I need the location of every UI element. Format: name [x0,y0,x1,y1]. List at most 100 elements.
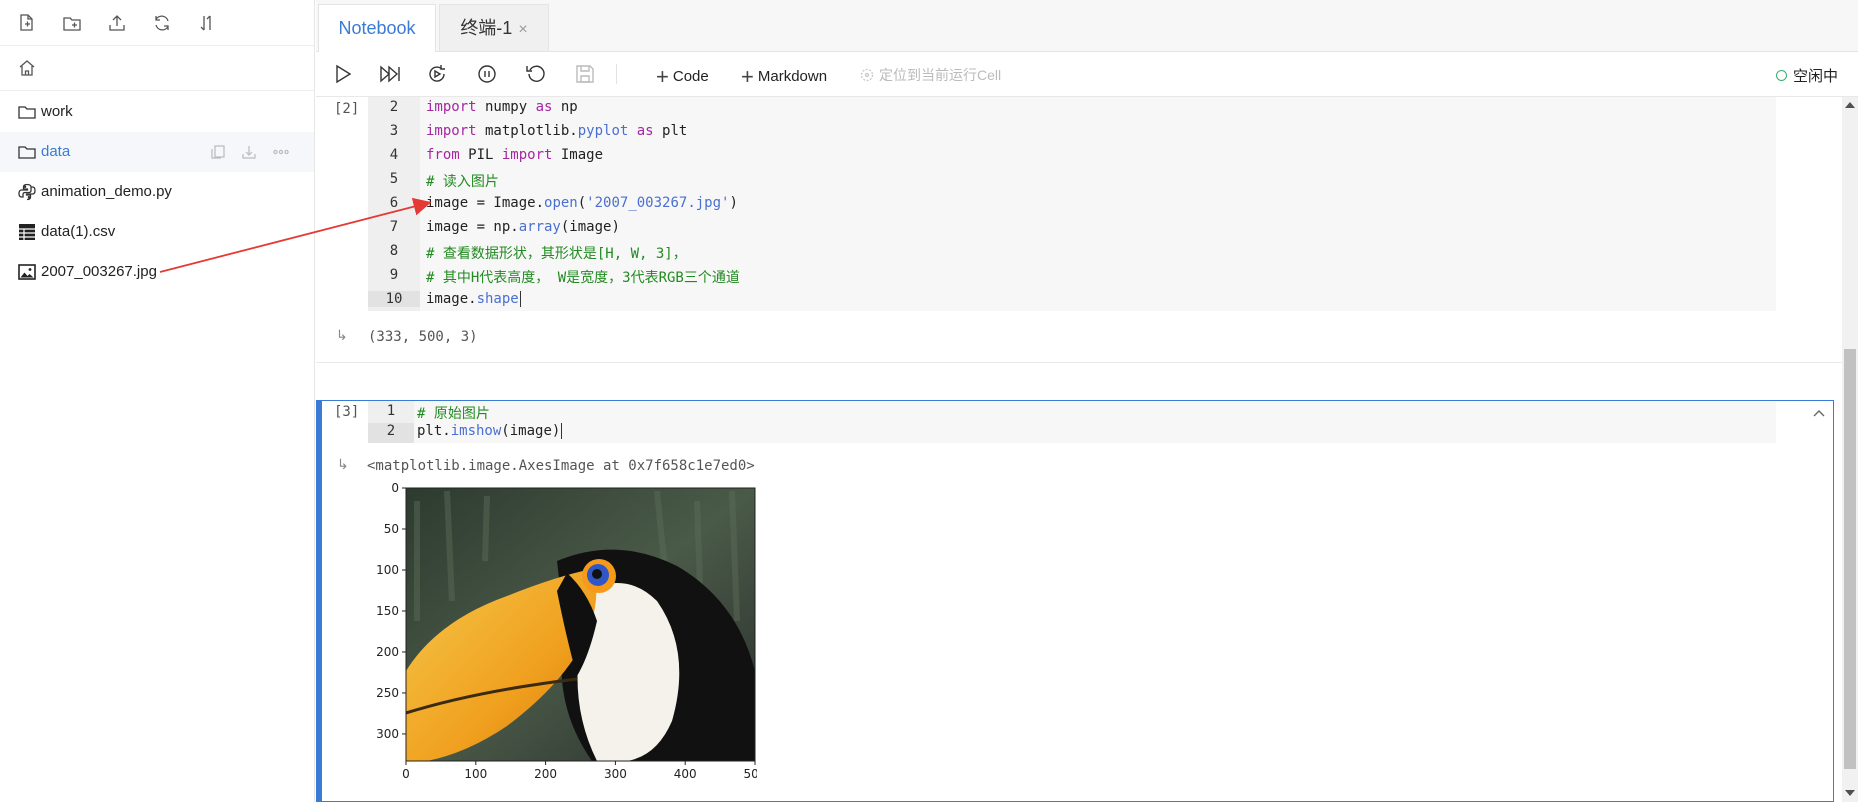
restart-kernel-icon[interactable] [524,62,548,86]
y-tick-label: 100 [376,563,399,577]
refresh-icon[interactable] [152,13,172,33]
cell-divider [316,362,1842,363]
close-icon[interactable]: × [518,21,527,38]
file-item-data[interactable]: data [0,132,314,172]
scroll-down-arrow-icon[interactable] [1845,790,1855,796]
file-item-image-jpg[interactable]: 2007_003267.jpg [0,252,314,292]
file-browser-sidebar: work data animation_demo.py data(1).csv … [0,0,315,802]
locate-icon [860,68,874,82]
tab-label: 终端-1 [460,18,513,38]
code-editor[interactable]: # 原始图片 plt.imshow(image) [414,401,1776,443]
file-name: 2007_003267.jpg [41,263,157,280]
line-number: 2 [389,99,399,115]
output-arrow-icon: ↳ [336,327,348,343]
folder-icon [17,142,37,162]
cell-prompt: [2] [334,101,360,117]
file-name: data(1).csv [41,223,116,240]
y-tick-label: 150 [376,604,399,618]
add-markdown-label: Markdown [757,68,828,85]
new-folder-icon[interactable] [62,13,82,33]
code-comment: # 原始图片 [417,406,490,422]
line-number: 2 [368,423,414,443]
code-comment: # 查看数据形状，其形状是[H, W, 3]， [426,246,687,262]
file-item-work[interactable]: work [0,92,314,132]
upload-icon[interactable] [107,13,127,33]
new-file-icon[interactable] [17,13,37,33]
line-number: 10 [368,291,420,307]
run-all-icon[interactable] [378,62,402,86]
plus-icon: + [656,64,669,89]
code-comment: # 其中H代表高度， W是宽度，3代表RGB三个通道 [426,270,740,286]
interrupt-icon[interactable] [475,62,499,86]
restart-run-icon[interactable] [425,62,449,86]
notebook-toolbar: + Code + Markdown 定位到当前运行Cell 空闲中 [316,52,1858,97]
file-item-data-csv[interactable]: data(1).csv [0,212,314,252]
code-cell[interactable]: [2] 2 3 4 5 6 7 8 9 10 import numpy as n… [316,97,1842,363]
home-icon[interactable] [17,58,37,78]
sort-icon[interactable] [197,13,217,33]
code-line: image = np.array(image) [426,219,620,235]
line-number-gutter: 2 3 4 5 6 7 8 9 10 [368,97,420,311]
code-line: import matplotlib.pyplot as plt [426,123,688,139]
image-icon [17,262,37,282]
line-number: 9 [389,267,399,283]
tab-bar: Notebook 终端-1 × [316,0,1858,52]
cell-output: <matplotlib.image.AxesImage at 0x7f658c1… [367,458,755,474]
add-code-label: Code [672,68,709,85]
download-icon[interactable] [240,143,258,161]
line-number: 8 [389,243,399,259]
copy-icon[interactable] [209,143,227,161]
x-tick-label: 100 [464,767,487,781]
file-browser-toolbar [0,0,315,46]
code-line: image.shape [426,291,521,307]
python-icon [17,182,37,202]
table-icon [17,222,37,242]
cell-output: (333, 500, 3) [368,329,478,345]
add-code-cell-button[interactable]: + Code [656,64,709,90]
line-number: 3 [389,123,399,139]
scrollbar-thumb[interactable] [1844,349,1856,769]
y-tick-label: 250 [376,686,399,700]
home-breadcrumb[interactable] [0,46,315,91]
add-markdown-cell-button[interactable]: + Markdown [741,64,827,90]
code-line: import numpy as np [426,99,578,115]
kernel-status: 空闲中 [1775,65,1838,86]
file-name: animation_demo.py [41,183,172,200]
imshow-plot: 0 100 200 300 400 500 0 50 100 150 200 250 300 [376,481,757,781]
y-tick-label: 0 [391,481,399,495]
y-axis-ticks: 0 50 100 150 200 250 300 [376,481,406,741]
vertical-scrollbar[interactable] [1842,97,1858,802]
code-comment: # 读入图片 [426,174,499,190]
eye-pupil [592,569,602,579]
x-axis-ticks: 0 100 200 300 400 500 [402,761,757,781]
cell-prompt: [3] [334,404,360,420]
tab-label: Notebook [338,18,416,38]
more-icon[interactable] [272,143,290,161]
code-cell-active[interactable]: [3] 1 2 # 原始图片 plt.imshow(image) ↳ <matp… [316,400,1852,802]
tab-terminal[interactable]: 终端-1 × [439,4,549,52]
file-item-animation-demo[interactable]: animation_demo.py [0,172,314,212]
collapse-cell-icon[interactable] [1811,405,1827,429]
code-editor[interactable]: import numpy as np import matplotlib.pyp… [420,97,1776,311]
tab-notebook[interactable]: Notebook [318,4,436,52]
file-name: work [41,103,73,120]
scroll-up-arrow-icon[interactable] [1845,102,1855,108]
line-number: 5 [389,171,399,187]
save-icon[interactable] [573,62,597,86]
run-cell-icon[interactable] [332,62,354,86]
kernel-status-label: 空闲中 [1792,68,1838,85]
text-cursor [561,423,563,439]
locate-running-cell-button[interactable]: 定位到当前运行Cell [859,65,1001,85]
active-cell-indicator [317,401,322,802]
x-tick-label: 400 [674,767,697,781]
y-tick-label: 300 [376,727,399,741]
notebook-content[interactable]: [2] 2 3 4 5 6 7 8 9 10 import numpy as n… [316,97,1858,802]
x-tick-label: 0 [402,767,410,781]
code-line: from PIL import Image [426,147,604,163]
y-tick-label: 50 [384,522,399,536]
code-line: plt.imshow(image) [417,423,563,439]
toucan-image [406,488,755,761]
line-number: 4 [389,147,399,163]
line-number: 6 [389,195,399,211]
kernel-status-dot [1775,70,1787,81]
